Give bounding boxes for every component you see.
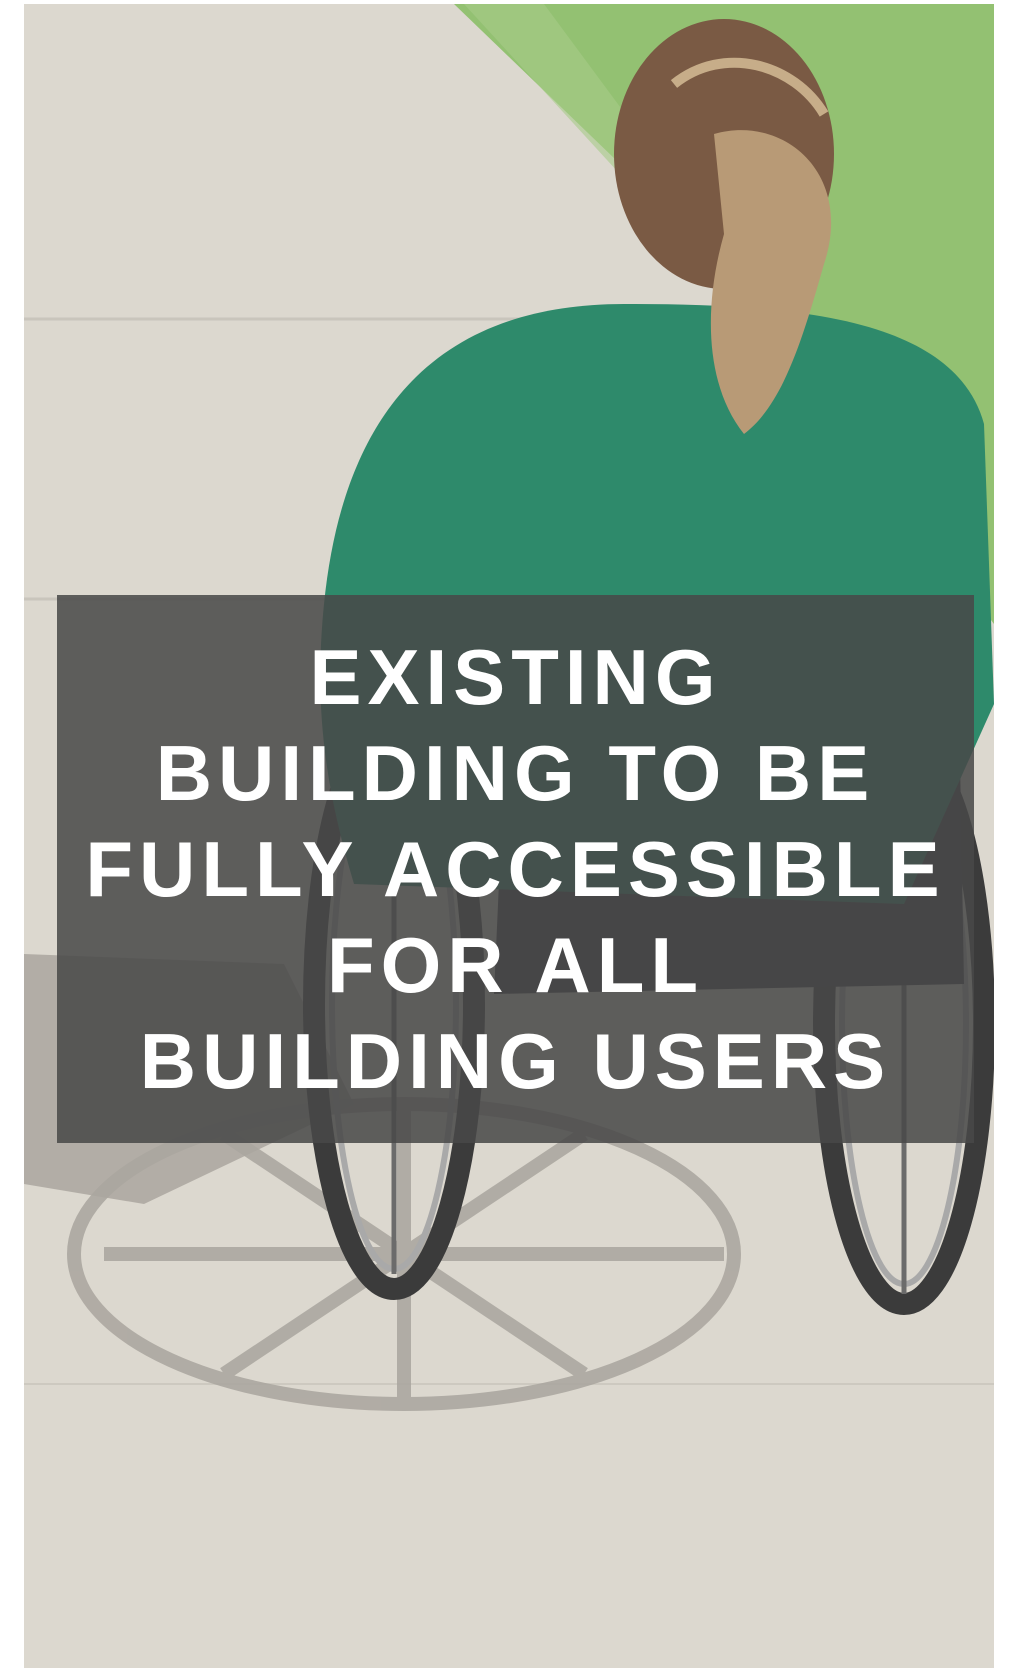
caption-text: EXISTING BUILDING TO BE FULLY ACCESSIBLE… [85, 629, 945, 1109]
caption-line-4: FOR ALL [326, 921, 705, 1009]
caption-line-2: BUILDING TO BE [155, 729, 876, 817]
caption-overlay: EXISTING BUILDING TO BE FULLY ACCESSIBLE… [57, 595, 974, 1143]
caption-line-3: FULLY ACCESSIBLE [85, 825, 946, 913]
caption-line-1: EXISTING [309, 633, 722, 721]
caption-line-5: BUILDING USERS [139, 1017, 892, 1105]
